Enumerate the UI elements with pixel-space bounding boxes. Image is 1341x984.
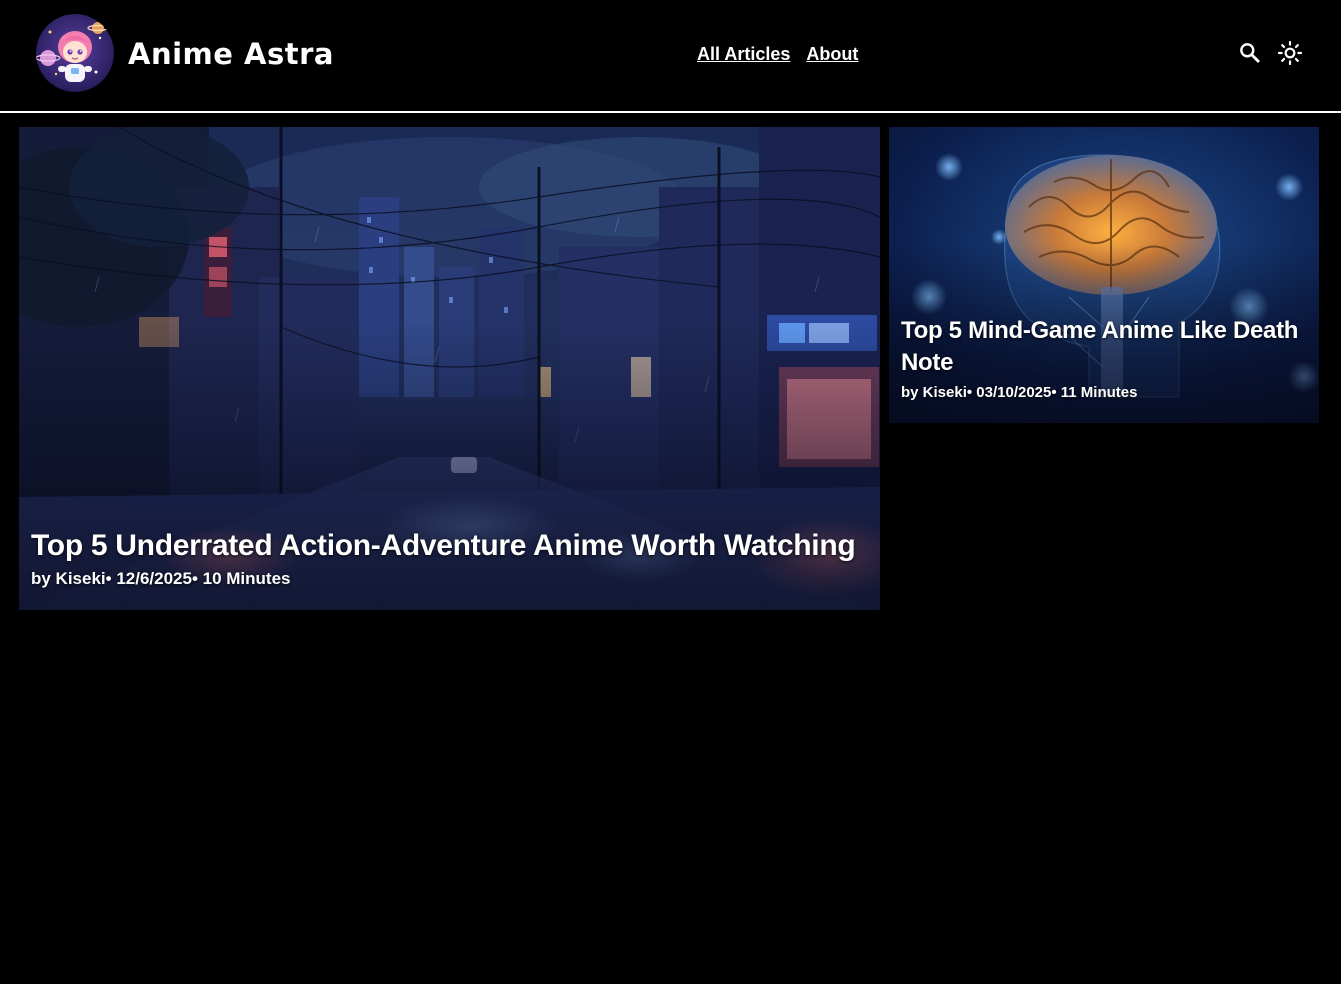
article-title[interactable]: Top 5 Mind-Game Anime Like Death Note (901, 315, 1307, 379)
article-meta: by Kiseki• 03/10/2025• 11 Minutes (901, 384, 1138, 401)
card-text: Top 5 Underrated Action-Adventure Anime … (31, 528, 868, 590)
search-button[interactable] (1237, 40, 1263, 66)
article-meta: by Kiseki• 12/6/2025• 10 Minutes (31, 569, 291, 588)
site-header: Anime Astra All Articles About (0, 0, 1341, 113)
search-icon (1240, 43, 1260, 63)
featured-article-card[interactable]: Top 5 Underrated Action-Adventure Anime … (19, 127, 880, 610)
sun-icon (1277, 40, 1303, 66)
nav-all-articles[interactable]: All Articles (697, 42, 790, 66)
card-text: Top 5 Mind-Game Anime Like Death Note by… (901, 315, 1307, 403)
nav-about[interactable]: About (806, 42, 858, 66)
theme-toggle-button[interactable] (1277, 40, 1303, 66)
side-article-card[interactable]: Top 5 Mind-Game Anime Like Death Note by… (889, 127, 1319, 423)
site-logo[interactable] (36, 14, 114, 92)
astronaut-girl-logo-icon (36, 14, 114, 92)
article-title[interactable]: Top 5 Underrated Action-Adventure Anime … (31, 528, 868, 564)
main-nav: All Articles About (697, 42, 858, 66)
site-title[interactable]: Anime Astra (128, 34, 334, 74)
